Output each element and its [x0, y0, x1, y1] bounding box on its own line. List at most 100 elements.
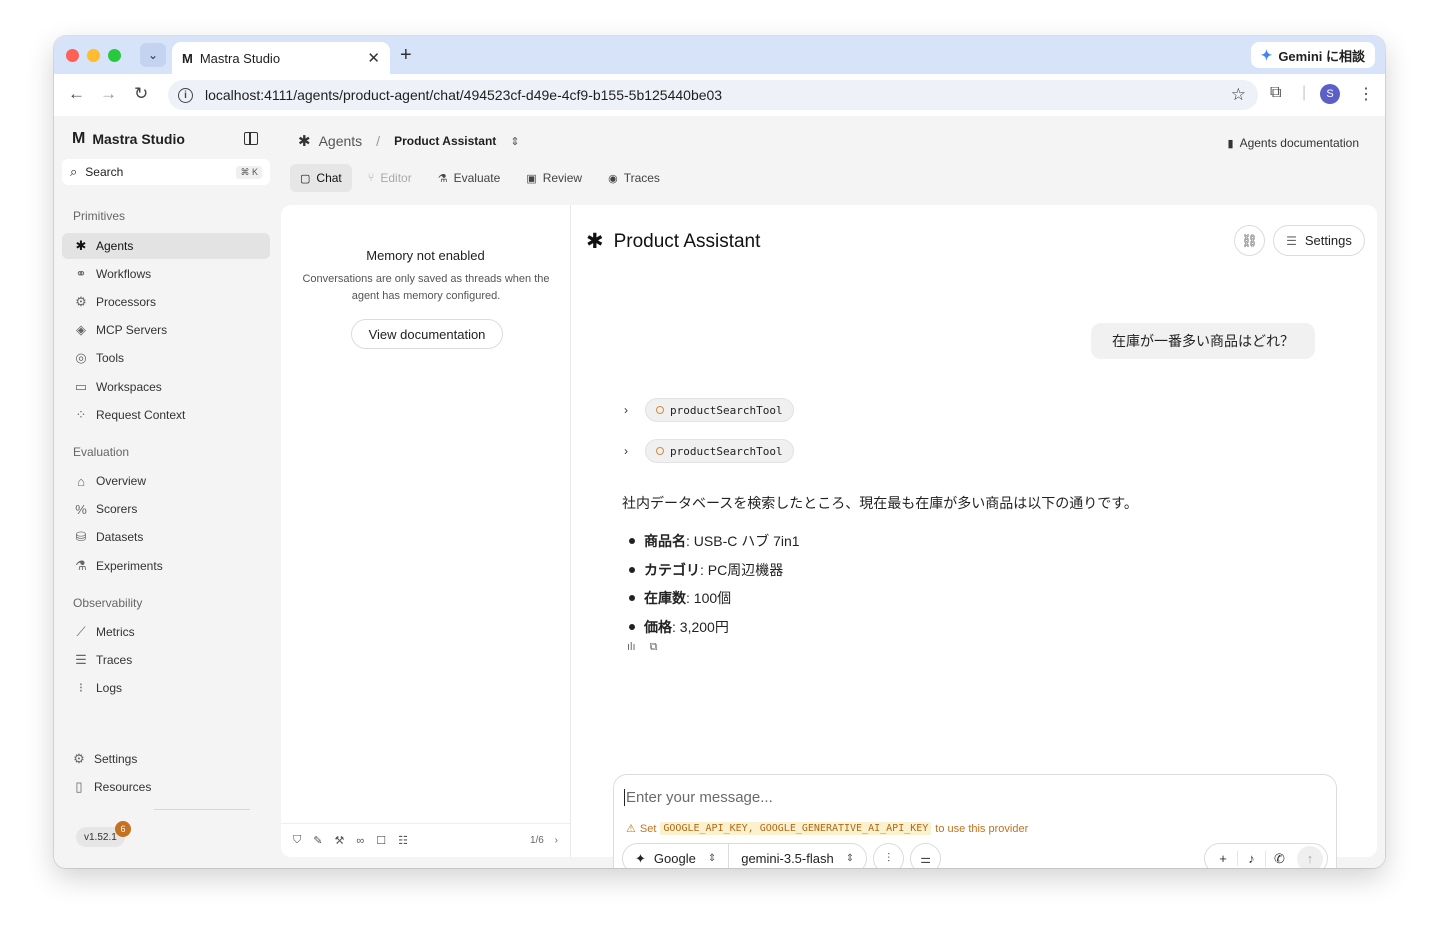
tool-status-icon — [656, 406, 664, 414]
wrench-icon[interactable]: ⚒ — [334, 834, 344, 847]
browser-tab[interactable]: M Mastra Studio ✕ — [172, 42, 390, 74]
sidebar-item-traces[interactable]: ☰ Traces — [62, 647, 270, 673]
gemini-label: Gemini に相談 — [1278, 48, 1365, 64]
audio-wave-icon[interactable]: ılı — [627, 641, 636, 654]
sidebar-item-workflows[interactable]: ⚭ Workflows — [62, 261, 270, 287]
bot-icon[interactable]: ☐ — [376, 834, 386, 847]
sidebar-item-workspaces[interactable]: ▭ Workspaces — [62, 374, 270, 400]
sidebar-item-metrics[interactable]: ⟋ Metrics — [62, 619, 270, 645]
sidebar-item-request-context[interactable]: ⁘ Request Context — [62, 402, 270, 428]
model-settings-button[interactable]: ⫶ — [873, 843, 905, 868]
address-bar[interactable]: i localhost:4111/agents/product-agent/ch… — [168, 80, 1258, 110]
sidebar-item-logs[interactable]: ⁝ Logs — [62, 675, 270, 701]
message-input[interactable]: Enter your message... — [624, 789, 773, 806]
section-observability: Observability — [73, 596, 143, 610]
workflows-icon: ⚭ — [75, 266, 87, 281]
sidebar-item-experiments[interactable]: ⚗ Experiments — [62, 553, 270, 579]
gemini-button[interactable]: ✦ Gemini に相談 — [1250, 42, 1375, 68]
tool-call[interactable]: › productSearchTool — [624, 439, 794, 463]
agents-docs-link[interactable]: ▮ Agents documentation — [1228, 136, 1359, 150]
sidebar-divider — [154, 809, 250, 810]
forward-icon[interactable]: → — [100, 84, 117, 104]
item-key: カテゴリ — [644, 561, 700, 578]
sidebar-item-label: Request Context — [96, 408, 186, 422]
search-input[interactable]: ⌕ Search ⌘ K — [62, 159, 270, 185]
chevron-right-icon[interactable]: › — [555, 835, 558, 846]
bookmark-star-icon[interactable]: ☆ — [1231, 85, 1246, 105]
send-button[interactable]: ↑ — [1297, 845, 1323, 868]
tool-call[interactable]: › productSearchTool — [624, 398, 794, 422]
chart-icon: ⟋ — [76, 624, 86, 639]
model-select[interactable]: gemini-3.5-flash ⇕ — [728, 844, 866, 868]
add-icon[interactable]: + — [1209, 851, 1237, 866]
sidebar-item-processors[interactable]: ⚙ Processors — [62, 289, 270, 315]
options-button[interactable]: ⚌ — [910, 843, 942, 868]
chevron-up-down-icon[interactable]: ⇕ — [510, 135, 519, 148]
link-icon: ⛓ — [1241, 232, 1258, 248]
tab-traces[interactable]: ◉ Traces — [598, 164, 670, 192]
reload-icon[interactable]: ↻ — [134, 84, 148, 104]
sidebar-item-label: MCP Servers — [96, 323, 168, 337]
sidebar-item-label: Workspaces — [96, 380, 162, 394]
microphone-icon[interactable]: ♪ — [1237, 851, 1265, 866]
sidebar-item-label: Logs — [96, 681, 123, 695]
sidebar-toggle-icon[interactable] — [244, 132, 258, 145]
clipboard-icon: ▣ — [526, 172, 537, 185]
sidebar-item-agents[interactable]: ✱ Agents — [62, 233, 270, 259]
breadcrumb-agents[interactable]: Agents — [319, 133, 363, 149]
chevron-right-icon[interactable]: › — [624, 403, 632, 417]
url-text[interactable]: localhost:4111/agents/product-agent/chat… — [205, 87, 1231, 103]
profile-avatar[interactable]: S — [1320, 84, 1340, 104]
close-tab-icon[interactable]: ✕ — [367, 49, 380, 67]
warning-icon: ⚠ — [626, 823, 636, 835]
sidebar-item-tools[interactable]: ◎ Tools — [62, 345, 270, 371]
sidebar-item-mcp-servers[interactable]: ◈ MCP Servers — [62, 317, 270, 343]
sidebar-item-settings[interactable]: ⚙ Settings — [60, 746, 268, 772]
close-window-button[interactable] — [66, 49, 79, 62]
back-icon[interactable]: ← — [68, 84, 85, 104]
thread-pager: 1/6 › — [530, 835, 558, 846]
shield-icon[interactable]: ⛉ — [293, 834, 301, 847]
copy-link-button[interactable]: ⛓ — [1234, 225, 1265, 256]
sliders-icon[interactable]: ☷ — [398, 834, 408, 847]
new-tab-button[interactable]: + — [400, 44, 412, 66]
mastra-logo-icon: M — [182, 50, 193, 66]
tab-editor[interactable]: ⑂ Editor — [358, 164, 422, 192]
link-icon[interactable]: ∞ — [356, 835, 364, 847]
warning-keys: GOOGLE_API_KEY, GOOGLE_GENERATIVE_AI_API… — [660, 822, 932, 835]
tool-status-icon — [656, 447, 664, 455]
browser-window: ⌄ M Mastra Studio ✕ + ✦ Gemini に相談 ← → ↻… — [54, 36, 1385, 868]
sidebar-item-resources[interactable]: ▯ Resources — [60, 774, 268, 800]
book-icon: ▮ — [1227, 137, 1234, 150]
extensions-icon[interactable]: ⧉ — [1270, 84, 1281, 102]
tab-review[interactable]: ▣ Review — [516, 164, 592, 192]
tab-chat[interactable]: ▢ Chat — [290, 164, 352, 192]
pencil-icon[interactable]: ✎ — [313, 834, 322, 847]
breadcrumb-current[interactable]: Product Assistant — [394, 134, 496, 148]
phone-icon[interactable]: ✆ — [1265, 850, 1293, 867]
view-documentation-button[interactable]: View documentation — [351, 319, 503, 349]
maximize-window-button[interactable] — [108, 49, 121, 62]
provider-select[interactable]: ✦ Google ⇕ — [623, 844, 728, 868]
settings-button[interactable]: ☰ Settings — [1273, 225, 1365, 256]
site-info-icon[interactable]: i — [178, 87, 193, 103]
assistant-response-intro: 社内データベースを検索したところ、現在最も在庫が多い商品は以下の通りです。 — [622, 495, 1138, 511]
home-icon: ⌂ — [77, 473, 85, 489]
tool-chip[interactable]: productSearchTool — [645, 439, 794, 463]
tab-evaluate[interactable]: ⚗ Evaluate — [428, 164, 511, 192]
tab-label: Editor — [380, 171, 412, 185]
browser-menu-icon[interactable]: ⋮ — [1358, 84, 1374, 104]
copy-icon[interactable]: ⧉ — [650, 641, 658, 654]
sidebar-item-datasets[interactable]: ⛁ Datasets — [62, 524, 270, 550]
minimize-window-button[interactable] — [87, 49, 100, 62]
threads-footer: ⛉ ✎ ⚒ ∞ ☐ ☷ 1/6 › — [281, 823, 570, 857]
tab-search-button[interactable]: ⌄ — [140, 43, 166, 67]
chevron-right-icon[interactable]: › — [624, 444, 632, 458]
book-icon: ▯ — [75, 779, 83, 794]
tool-chip[interactable]: productSearchTool — [645, 398, 794, 422]
agents-icon: ✱ — [298, 133, 311, 150]
sidebar-item-scorers[interactable]: % Scorers — [62, 496, 270, 522]
sidebar-item-overview[interactable]: ⌂ Overview — [62, 468, 270, 494]
search-label: Search — [85, 165, 124, 179]
sidebar-item-label: Overview — [96, 474, 147, 488]
